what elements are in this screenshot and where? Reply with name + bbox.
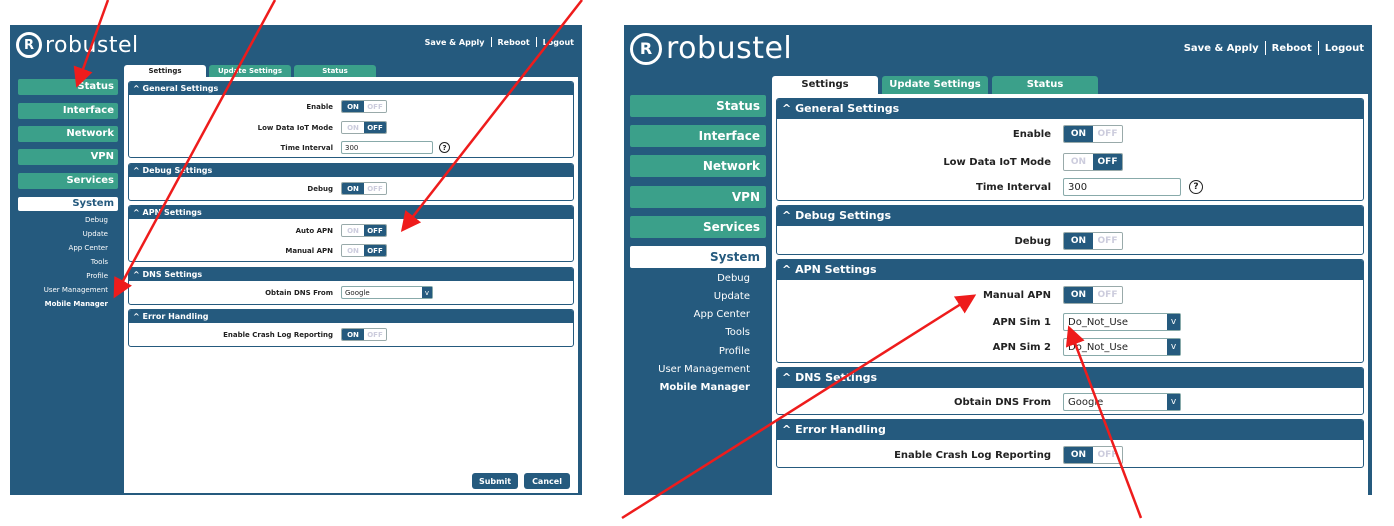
arrow-to-status [73, 0, 110, 88]
arrow-to-apn-sim1 [1065, 325, 1143, 519]
annotation-arrows [73, 0, 1143, 520]
arrow-to-user-management [113, 0, 277, 299]
arrow-to-manual-apn [621, 294, 977, 520]
arrow-to-auto-apn [400, 0, 583, 232]
